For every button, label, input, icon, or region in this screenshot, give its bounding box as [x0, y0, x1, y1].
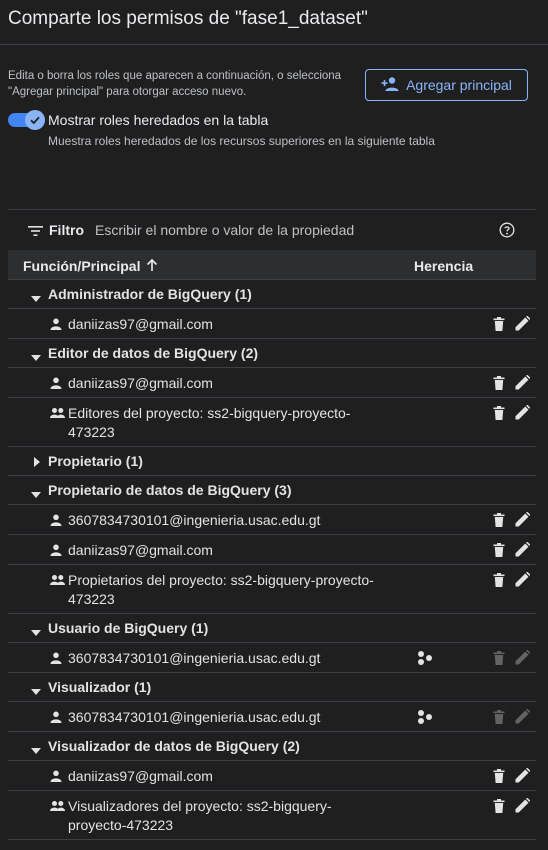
trash-icon[interactable]	[492, 406, 506, 425]
role-label: Visualizador (1)	[48, 679, 152, 695]
title-divider	[0, 44, 548, 45]
role-row[interactable]: Usuario de BigQuery (1)	[8, 614, 536, 643]
role-label: Editor de datos de BigQuery (2)	[48, 345, 259, 361]
pencil-icon[interactable]	[515, 767, 531, 788]
member-name: Propietarios del proyecto: ss2-bigquery-…	[68, 572, 374, 607]
table-header: Función/Principal Herencia	[8, 250, 536, 280]
member-row: 3607834730101@ingenieria.usac.edu.gt	[8, 505, 536, 535]
trash-icon[interactable]	[492, 573, 506, 592]
roles-table-body: Administrador de BigQuery (1) daniizas97…	[8, 280, 536, 840]
role-label: Administrador de BigQuery (1)	[48, 286, 252, 302]
trash-icon[interactable]	[492, 376, 506, 395]
toggle-description: Muestra roles heredados de los recursos …	[48, 134, 435, 148]
member-row: Editores del proyecto: ss2-bigquery-proy…	[8, 398, 536, 447]
member-row: Propietarios del proyecto: ss2-bigquery-…	[8, 565, 536, 614]
hierarchy-icon[interactable]	[417, 710, 433, 729]
caret-down-icon[interactable]	[30, 349, 42, 367]
caret-down-icon[interactable]	[30, 624, 42, 642]
member-row: 3607834730101@ingenieria.usac.edu.gt	[8, 643, 536, 673]
page-title: Comparte los permisos de "fase1_dataset"	[8, 8, 368, 29]
person-add-icon	[381, 76, 401, 95]
pencil-icon[interactable]	[515, 404, 531, 425]
trash-icon[interactable]	[492, 799, 506, 818]
filter-icon	[28, 224, 43, 242]
person-icon	[50, 651, 62, 669]
role-label: Propietario de datos de BigQuery (3)	[48, 482, 292, 498]
role-label: Usuario de BigQuery (1)	[48, 620, 209, 636]
toggle-label: Mostrar roles heredados en la tabla	[48, 112, 269, 128]
role-row[interactable]: Visualizador (1)	[8, 673, 536, 702]
trash-icon[interactable]	[492, 317, 506, 336]
member-name: 3607834730101@ingenieria.usac.edu.gt	[68, 709, 321, 725]
member-row: daniizas97@gmail.com	[8, 535, 536, 565]
filter-bar: Filtro Escribir el nombre o valor de la …	[8, 210, 536, 250]
member-name: daniizas97@gmail.com	[68, 316, 213, 332]
member-row: Visualizadores del proyecto: ss2-bigquer…	[8, 791, 536, 840]
caret-down-icon[interactable]	[30, 683, 42, 701]
pencil-icon	[515, 708, 531, 729]
add-principal-button[interactable]: Agregar principal	[365, 69, 528, 101]
filter-label: Filtro	[49, 222, 84, 238]
person-icon	[50, 710, 62, 728]
pencil-icon[interactable]	[515, 374, 531, 395]
trash-icon[interactable]	[492, 513, 506, 532]
member-row: 3607834730101@ingenieria.usac.edu.gt	[8, 702, 536, 732]
role-row[interactable]: Propietario de datos de BigQuery (3)	[8, 476, 536, 505]
trash-icon	[492, 710, 506, 729]
caret-right-icon[interactable]	[34, 455, 41, 473]
role-row[interactable]: Administrador de BigQuery (1)	[8, 280, 536, 309]
help-icon[interactable]	[499, 222, 515, 243]
trash-icon[interactable]	[492, 543, 506, 562]
role-row[interactable]: Propietario (1)	[8, 447, 536, 476]
member-name: Visualizadores del proyecto: ss2-bigquer…	[68, 798, 332, 833]
group-icon	[50, 406, 65, 424]
caret-down-icon[interactable]	[30, 742, 42, 760]
role-label: Propietario (1)	[48, 453, 143, 469]
column-header-function[interactable]: Función/Principal	[23, 258, 140, 274]
group-icon	[50, 799, 65, 817]
add-principal-label: Agregar principal	[406, 77, 512, 93]
group-icon	[50, 573, 65, 591]
caret-down-icon[interactable]	[30, 290, 42, 308]
pencil-icon[interactable]	[515, 541, 531, 562]
role-row[interactable]: Editor de datos de BigQuery (2)	[8, 339, 536, 368]
intro-description: Edita o borra los roles que aparecen a c…	[8, 70, 342, 98]
person-icon	[50, 769, 62, 787]
pencil-icon[interactable]	[515, 315, 531, 336]
member-name: daniizas97@gmail.com	[68, 768, 213, 784]
arrow-up-icon[interactable]	[145, 258, 159, 277]
caret-down-icon[interactable]	[30, 486, 42, 504]
member-row: daniizas97@gmail.com	[8, 309, 536, 339]
trash-icon	[492, 651, 506, 670]
inherited-roles-toggle[interactable]	[8, 110, 45, 130]
member-name: 3607834730101@ingenieria.usac.edu.gt	[68, 512, 321, 528]
member-row: daniizas97@gmail.com	[8, 761, 536, 791]
member-name: daniizas97@gmail.com	[68, 542, 213, 558]
member-name: 3607834730101@ingenieria.usac.edu.gt	[68, 650, 321, 666]
pencil-icon[interactable]	[515, 511, 531, 532]
filter-input[interactable]: Escribir el nombre o valor de la propied…	[95, 222, 354, 238]
member-name: daniizas97@gmail.com	[68, 375, 213, 391]
pencil-icon	[515, 649, 531, 670]
person-icon	[50, 376, 62, 394]
person-icon	[50, 543, 62, 561]
member-row: daniizas97@gmail.com	[8, 368, 536, 398]
pencil-icon[interactable]	[515, 797, 531, 818]
trash-icon[interactable]	[492, 769, 506, 788]
pencil-icon[interactable]	[515, 571, 531, 592]
hierarchy-icon[interactable]	[417, 651, 433, 670]
person-icon	[50, 513, 62, 531]
column-header-inheritance: Herencia	[414, 258, 474, 274]
toggle-knob	[25, 110, 45, 130]
person-icon	[50, 317, 62, 335]
role-label: Visualizador de datos de BigQuery (2)	[48, 738, 300, 754]
check-icon	[30, 116, 40, 125]
role-row[interactable]: Visualizador de datos de BigQuery (2)	[8, 732, 536, 761]
member-name: Editores del proyecto: ss2-bigquery-proy…	[68, 405, 351, 440]
